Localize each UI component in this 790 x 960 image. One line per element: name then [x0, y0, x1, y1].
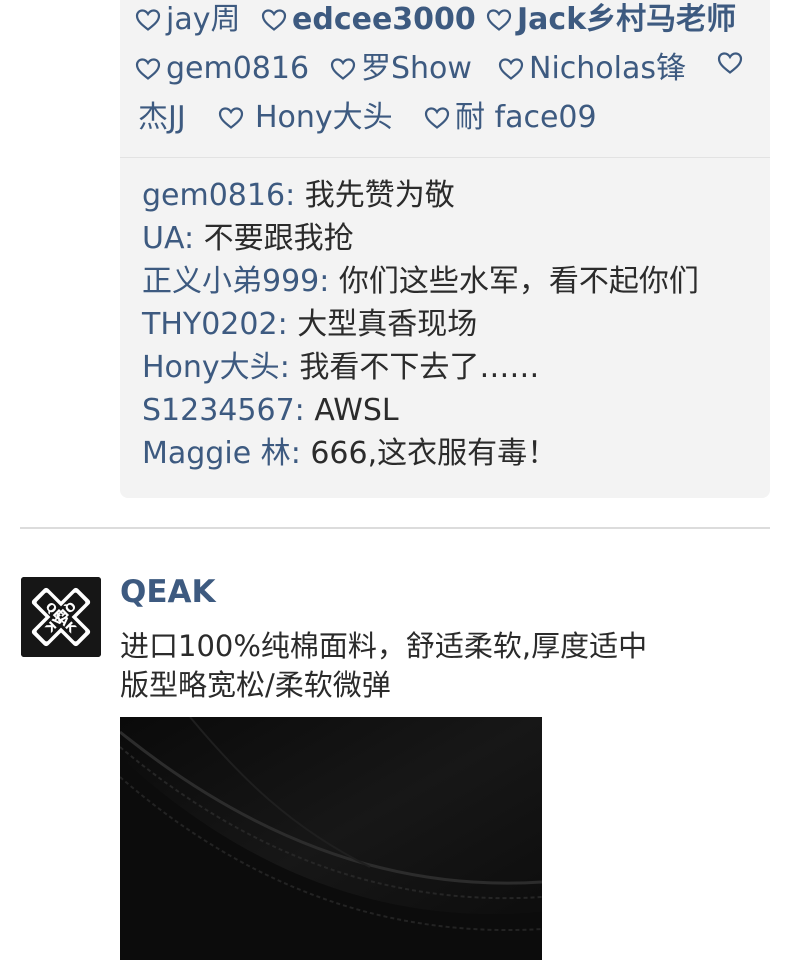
comment-text: 你们这些水军，看不起你们	[338, 264, 699, 299]
comment-user[interactable]: Hony大头	[142, 350, 280, 385]
comment-item[interactable]: THY0202: 大型真香现场	[142, 303, 762, 346]
comment-item[interactable]: Hony大头: 我看不下去了……	[142, 346, 762, 389]
post-interaction-box: jay周 edcee3000 Jack乡村马老师 gem0816 罗Show N…	[120, 0, 770, 498]
like-item[interactable]: Nicholas锋	[498, 51, 686, 87]
post-photo[interactable]	[120, 717, 542, 960]
comment-text: 不要跟我抢	[203, 221, 354, 256]
heart-icon	[135, 57, 161, 81]
comments-list: gem0816: 我先赞为敬 UA: 不要跟我抢 正义小弟999: 你们这些水军…	[142, 174, 762, 475]
post-text: 进口100%纯棉面料，舒适柔软,厚度适中 版型略宽松/柔软微弹	[120, 627, 647, 705]
comment-separator: :	[277, 307, 298, 342]
like-item[interactable]: 杰JJ	[138, 100, 186, 136]
comment-text: AWSL	[314, 393, 399, 428]
heart-icon	[486, 8, 512, 32]
heart-icon	[135, 8, 161, 32]
like-item[interactable]: gem0816	[135, 51, 309, 87]
like-item[interactable]: jay周	[135, 2, 240, 38]
heart-icon	[261, 8, 287, 32]
likes-list: jay周 edcee3000 Jack乡村马老师 gem0816 罗Show N…	[120, 0, 770, 157]
heart-icon	[330, 57, 356, 81]
comment-separator: :	[294, 393, 315, 428]
post-author-name[interactable]: QEAK	[120, 572, 216, 612]
comment-user[interactable]: THY0202	[142, 307, 278, 342]
comment-user[interactable]: 正义小弟999	[142, 264, 319, 299]
comment-separator: :	[319, 264, 339, 299]
heart-icon	[424, 106, 450, 130]
like-user-name: jay周	[166, 2, 241, 37]
comment-item[interactable]: Maggie 林: 666,这衣服有毒！	[142, 432, 762, 475]
likes-comments-divider	[120, 157, 770, 158]
comment-user[interactable]: Maggie 林	[142, 436, 291, 471]
comment-text: 我看不下去了……	[299, 350, 540, 385]
qeak-logo-icon: QEAK QEAK	[21, 577, 101, 657]
feed-page: jay周 edcee3000 Jack乡村马老师 gem0816 罗Show N…	[0, 0, 790, 960]
comment-user[interactable]: gem0816	[142, 178, 285, 213]
comment-separator: :	[290, 436, 311, 471]
like-item[interactable]: Jack乡村马老师	[486, 2, 736, 38]
post-text-line: 版型略宽松/柔软微弹	[120, 668, 391, 702]
post-divider	[20, 527, 770, 529]
like-user-name: Jack乡村马老师	[517, 2, 737, 37]
like-user-name: Nicholas锋	[529, 51, 686, 86]
comment-item[interactable]: gem0816: 我先赞为敬	[142, 174, 762, 217]
like-user-name: 耐 face09	[455, 100, 597, 135]
like-item[interactable]: Hony大头	[218, 100, 393, 136]
comment-item[interactable]: UA: 不要跟我抢	[142, 217, 762, 260]
like-user-name: edcee3000	[292, 2, 476, 37]
heart-icon	[498, 57, 524, 81]
like-user-name: Hony大头	[255, 100, 393, 135]
comment-item[interactable]: 正义小弟999: 你们这些水军，看不起你们	[142, 260, 762, 303]
post-text-line: 进口100%纯棉面料，舒适柔软,厚度适中	[120, 629, 648, 663]
like-item[interactable]: edcee3000	[261, 2, 476, 38]
comment-user[interactable]: UA	[142, 221, 184, 256]
comment-text: 666,这衣服有毒！	[310, 436, 558, 471]
comment-separator: :	[279, 350, 300, 385]
comment-user[interactable]: S1234567	[142, 393, 295, 428]
comment-text: 大型真香现场	[297, 307, 478, 342]
like-user-name: 罗Show	[361, 51, 472, 86]
like-user-name: 杰JJ	[138, 100, 186, 135]
comment-item[interactable]: S1234567: AWSL	[142, 389, 762, 432]
like-item[interactable]: 罗Show	[330, 51, 472, 87]
comment-text: 我先赞为敬	[304, 178, 455, 213]
comment-separator: :	[285, 178, 305, 213]
tshirt-collar-image-icon	[120, 717, 542, 960]
heart-icon	[218, 106, 244, 130]
heart-icon	[717, 51, 743, 75]
like-item[interactable]: 耐 face09	[424, 100, 597, 136]
avatar[interactable]: QEAK QEAK	[21, 577, 101, 657]
comment-separator: :	[183, 221, 204, 256]
like-user-name: gem0816	[166, 51, 310, 86]
